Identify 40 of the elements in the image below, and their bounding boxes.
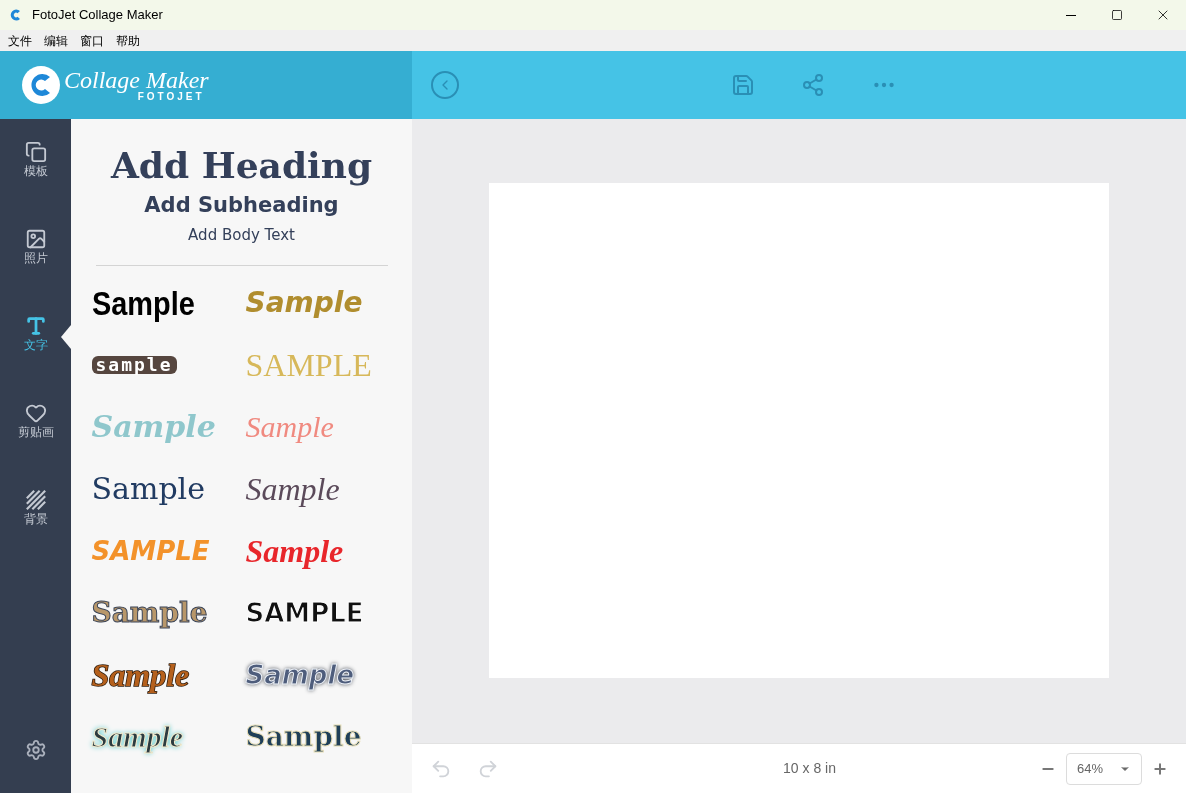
heart-icon (24, 402, 47, 424)
minimize-icon (1066, 14, 1076, 16)
logo-icon (22, 66, 60, 104)
text-style-sample[interactable]: Sample (245, 723, 362, 751)
canvas-size: 10 x 8 in (783, 759, 836, 778)
settings-icon[interactable] (24, 739, 47, 761)
text-style-sample[interactable]: SAMPLE (245, 600, 364, 626)
text-style-sample[interactable]: Sample (91, 722, 184, 752)
sidebar-tab[interactable]: 文字 (23, 315, 48, 359)
maximize-icon (1111, 9, 1123, 21)
sidebar-tab[interactable]: 模板 (23, 141, 48, 185)
back-button[interactable] (431, 71, 459, 99)
logo-subtext: FOTOJET (137, 92, 205, 102)
menu-item[interactable]: 窗口 (80, 31, 104, 50)
menu-item[interactable]: 文件 (8, 31, 32, 50)
text-style-sample[interactable]: Sample (91, 474, 205, 504)
layers-icon (24, 141, 47, 163)
add-body-text[interactable]: Add Body Text (188, 221, 295, 249)
save-icon[interactable] (731, 73, 755, 97)
text-style-sample[interactable]: sample (91, 356, 177, 374)
share-icon[interactable] (801, 73, 825, 97)
text-style-sample[interactable]: Sample (245, 535, 344, 567)
add-subheading[interactable]: Add Subheading (144, 189, 339, 221)
text-style-sample[interactable]: Sample (245, 662, 355, 688)
window-title: FotoJet Collage Maker (32, 6, 163, 25)
text-icon (24, 315, 47, 337)
add-heading[interactable]: Add Heading (110, 141, 373, 189)
logo-text: Collage Maker (64, 68, 209, 92)
sidebar-tab[interactable]: 照片 (23, 228, 48, 272)
text-style-sample[interactable]: Sample (91, 659, 190, 691)
text-style-sample[interactable]: Sample (91, 286, 195, 320)
image-icon (24, 228, 47, 250)
zoom-dropdown[interactable]: 64% (1066, 752, 1142, 785)
sidebar-tab[interactable]: 剪贴画 (17, 402, 54, 446)
sidebar-tab[interactable]: 背景 (23, 489, 48, 533)
zoom-in-icon[interactable] (1152, 760, 1168, 777)
stripes-icon (24, 489, 47, 511)
menu-item[interactable]: 编辑 (44, 31, 68, 50)
text-style-sample[interactable]: Sample (245, 473, 340, 505)
menu-item[interactable]: 帮助 (116, 31, 140, 50)
